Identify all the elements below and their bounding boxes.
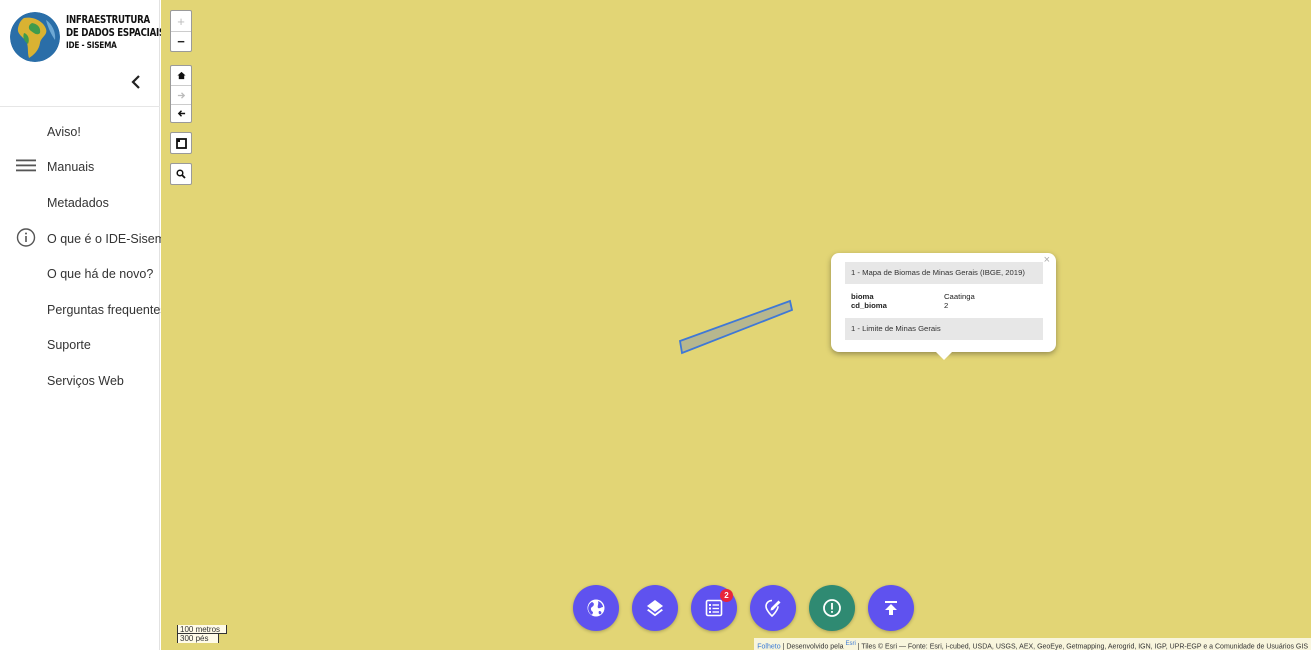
logo-title-line-3: IDE - Sisema (66, 41, 117, 51)
layers-button[interactable] (632, 585, 678, 631)
ide-sisema-logo (10, 12, 60, 62)
home-icon (176, 71, 186, 80)
basemap-button[interactable] (573, 585, 619, 631)
box-zoom-button[interactable] (171, 133, 191, 153)
scale-metric: 100 metros (177, 625, 227, 634)
edit-location-icon (765, 599, 781, 618)
alert-icon (823, 599, 841, 617)
sidebar-item-manuais[interactable]: Manuais (0, 150, 160, 186)
sidebar-item-aviso[interactable]: Aviso! (0, 114, 160, 150)
map-canvas[interactable] (161, 0, 1311, 650)
navigation-control (170, 65, 192, 123)
search-button[interactable] (171, 164, 191, 184)
sidebar-item-label: Manuais (47, 160, 95, 175)
sidebar-item-label: Serviços Web (47, 373, 124, 388)
layers-icon (647, 600, 663, 617)
info-circle-icon (16, 227, 36, 250)
selected-feature-polygon[interactable] (161, 0, 1311, 650)
chevron-left-icon (131, 75, 140, 89)
attribute-value: 2 (944, 301, 949, 310)
zoom-out-button[interactable]: − (171, 31, 191, 51)
alert-info-button[interactable] (809, 585, 855, 631)
popup-layer-title: 1 - Limite de Minas Gerais (845, 318, 1043, 340)
sidebar-item-perguntas[interactable]: Perguntas frequentes (0, 292, 167, 328)
feature-info-popup: × 1 - Mapa de Biomas de Minas Gerais (IB… (831, 253, 1056, 352)
scale-bar: 100 metros 300 pés (177, 625, 227, 643)
sidebar-item-suporte[interactable]: Suporte (0, 328, 160, 364)
upload-button[interactable] (868, 585, 914, 631)
scale-imperial: 300 pés (177, 634, 219, 643)
zoom-in-button[interactable]: + (171, 11, 191, 31)
home-button[interactable] (171, 66, 191, 85)
sidebar-item-metadados[interactable]: Metadados (0, 185, 160, 221)
attribution-tiles-text: | Tiles © Esri — Fonte: Esri, i-cubed, U… (855, 643, 1308, 651)
sidebar-menu: Aviso! Manuais Metadados O que é o IDE-S… (0, 114, 172, 399)
logo-title: Infraestrutura de Dados Espaciais IDE - … (66, 14, 165, 53)
notification-badge: 2 (720, 589, 733, 602)
back-button[interactable] (171, 104, 191, 122)
attribution-powered-text: | Desenvolvido pela (780, 643, 846, 651)
sidebar-item-o-que-e[interactable]: O que é o IDE-Sisema (0, 221, 172, 257)
hamburger-menu-icon (16, 159, 36, 176)
attribute-key: cd_bioma (851, 301, 887, 310)
popup-attributes: bioma Caatinga cd_bioma 2 (851, 292, 975, 310)
popup-layer-title: 1 - Mapa de Biomas de Minas Gerais (IBGE… (845, 262, 1043, 284)
sidebar-item-label: Aviso! (47, 124, 81, 139)
popup-attribute-row: bioma Caatinga (851, 292, 975, 301)
sidebar-item-label: Metadados (47, 195, 109, 210)
back-arrow-icon (177, 110, 185, 117)
popup-attribute-row: cd_bioma 2 (851, 301, 975, 310)
globe-icon (587, 599, 605, 617)
logo-title-line-2: de Dados Espaciais (66, 27, 165, 39)
forward-button[interactable] (171, 85, 191, 104)
search-icon (176, 169, 186, 179)
logo-title-line-1: Infraestrutura (66, 14, 150, 26)
attribute-value: Caatinga (944, 292, 975, 301)
popup-tip (935, 351, 953, 360)
sidebar-item-servicos-web[interactable]: Serviços Web (0, 363, 160, 399)
sidebar-item-label: Perguntas frequentes (47, 302, 167, 317)
search-control (170, 163, 192, 185)
sidebar-divider (0, 106, 160, 107)
zoom-control: + − (170, 10, 192, 52)
map-attribution: Folheto | Desenvolvido pela Esri | Tiles… (754, 638, 1311, 650)
leaflet-link[interactable]: Folheto (757, 643, 780, 650)
attribute-key: bioma (851, 292, 874, 301)
esri-link[interactable]: Esri (845, 641, 855, 647)
sidebar-item-label: O que é o IDE-Sisema (47, 231, 173, 246)
sidebar-item-label: Suporte (47, 338, 91, 353)
popup-close-button[interactable]: × (1044, 254, 1050, 266)
sidebar-item-label: O que há de novo? (47, 267, 154, 282)
box-zoom-control (170, 132, 192, 154)
collapse-sidebar-button[interactable] (126, 70, 146, 94)
sidebar: Infraestrutura de Dados Espaciais IDE - … (0, 0, 172, 650)
upload-icon (885, 601, 897, 615)
draw-tools-button[interactable] (750, 585, 796, 631)
box-select-icon (175, 137, 187, 149)
list-icon (705, 599, 723, 617)
forward-arrow-icon (177, 91, 185, 99)
sidebar-item-novidades[interactable]: O que há de novo? (0, 256, 160, 292)
